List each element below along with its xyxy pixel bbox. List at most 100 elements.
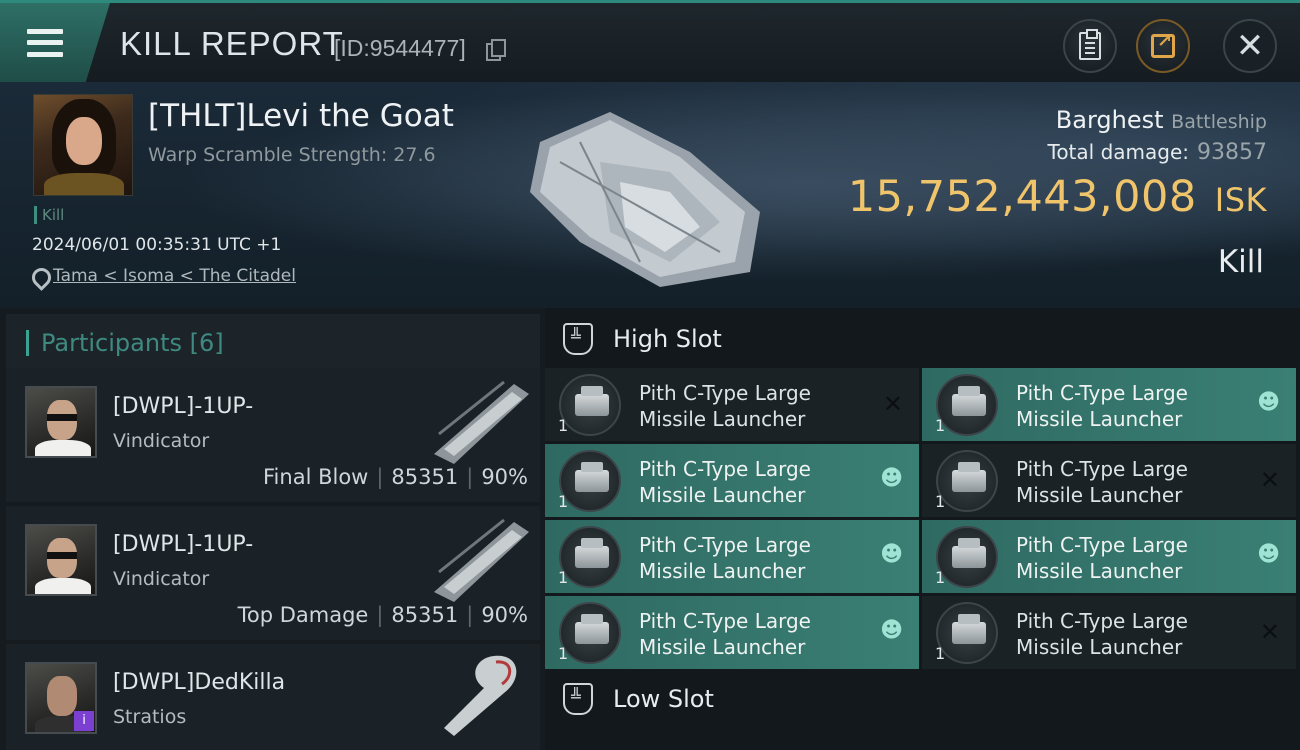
share-button[interactable] [1136,19,1190,73]
missile-launcher-icon [559,602,621,664]
menu-button[interactable] [0,3,110,82]
victim-portrait[interactable] [33,94,133,196]
module-name-line1: Pith C-Type Large [639,457,811,481]
participant-row[interactable]: [DWPL]-1UP- Vindicator Top Damage | 85351 |… [6,506,540,640]
participants-header[interactable]: Participants [6] [6,314,540,372]
missile-launcher-icon [559,374,621,436]
module-quantity: 1 [935,568,946,587]
avatar[interactable] [25,524,97,596]
participants-panel: Participants [6] [DWPL]-1UP- Vindicator … [0,308,545,750]
participant-percent: 90% [481,603,528,627]
module-name: Pith C-Type Large Missile Launcher [1016,608,1236,660]
module-item[interactable]: 1 Pith C-Type Large Missile Launcher ☻ [545,596,919,669]
copy-icon[interactable] [486,39,506,61]
module-item[interactable]: 1 Pith C-Type Large Missile Launcher ☻ [922,520,1296,593]
module-quantity: 1 [935,492,946,511]
module-name-line1: Pith C-Type Large [1016,609,1188,633]
participant-name: [DWPL]-1UP- [113,532,254,557]
person-icon: ☻ [1257,390,1280,415]
missile-launcher-icon [936,602,998,664]
participant-damage: 85351 [391,603,459,627]
victim-ship-image [530,112,760,287]
kill-location[interactable]: Tama < Isoma < The Citadel [32,266,296,286]
participant-ship-image [434,518,529,602]
person-icon: ☻ [1257,542,1280,567]
avatar[interactable] [25,386,97,458]
module-name-line2: Missile Launcher [1016,559,1183,583]
module-quantity: 1 [935,416,946,435]
module-name-line1: Pith C-Type Large [1016,533,1188,557]
module-name-line2: Missile Launcher [1016,483,1183,507]
participant-row[interactable]: [DWPL]-1UP- Vindicator Final Blow | 85351 |… [6,368,540,502]
module-name: Pith C-Type Large Missile Launcher [1016,380,1236,432]
module-quantity: 1 [558,492,569,511]
page-title: KILL REPORT [120,25,344,62]
participant-ship-image [434,380,529,464]
ship-name[interactable]: Barghest [1056,106,1164,134]
module-name: Pith C-Type Large Missile Launcher [1016,532,1236,584]
high-slot-label: High Slot [613,325,722,353]
module-item[interactable]: 1 Pith C-Type Large Missile Launcher ✕ [922,444,1296,517]
person-icon: ☻ [880,618,903,643]
participant-damage: 85351 [391,465,459,489]
result-label: Kill [1217,244,1264,280]
hamburger-icon [27,28,63,57]
missile-launcher-icon [936,450,998,512]
participant-stats: Top Damage | 85351 | 90% [237,603,528,627]
module-name-line1: Pith C-Type Large [639,381,811,405]
total-damage-value: 93857 [1197,140,1267,165]
module-name: Pith C-Type Large Missile Launcher [639,456,859,508]
shield-icon [563,323,593,355]
location-link[interactable]: Tama < Isoma < The Citadel [53,266,296,286]
close-button[interactable]: ✕ [1223,19,1277,73]
participant-role: Top Damage [237,603,369,627]
module-name: Pith C-Type Large Missile Launcher [639,532,859,584]
share-icon [1151,31,1175,58]
fitting-panel: High Slot 1Pith C-Type LargeMissile Laun… [545,308,1300,750]
ship-class: Battleship [1171,111,1267,133]
high-slot-header: High Slot [545,308,1300,370]
total-damage-label: Total damage: [1047,140,1190,164]
participant-stats: Final Blow | 85351 | 90% [263,465,528,489]
module-name-line2: Missile Launcher [639,483,806,507]
module-name-line1: Pith C-Type Large [639,609,811,633]
victim-name[interactable]: [THLT]Levi the Goat [148,98,454,134]
person-icon: ☻ [880,466,903,491]
participant-percent: 90% [481,465,528,489]
module-item[interactable]: 1 Pith C-Type Large Missile Launcher ✕ [922,596,1296,669]
victim-summary: [THLT]Levi the Goat Warp Scramble Streng… [0,82,1300,308]
shield-icon [563,683,593,715]
participant-ship: Vindicator [113,430,210,452]
kill-datetime: 2024/06/01 00:35:31 UTC +1 [32,235,282,255]
module-name-line1: Pith C-Type Large [639,533,811,557]
low-slot-label: Low Slot [613,685,714,713]
missile-launcher-icon [936,526,998,588]
clipboard-button[interactable] [1063,19,1117,73]
info-badge: i [74,711,94,731]
participants-title: Participants [6] [41,329,224,357]
participant-role: Final Blow [263,465,369,489]
module-name: Pith C-Type Large Missile Launcher [639,380,859,432]
module-name-line2: Missile Launcher [639,407,806,431]
isk-unit: ISK [1214,181,1267,219]
x-icon: ✕ [1259,466,1280,494]
participant-name: [DWPL]-1UP- [113,394,254,419]
participant-ship-image [444,655,517,736]
participant-ship: Stratios [113,706,187,728]
module-item[interactable]: 1 Pith C-Type Large Missile Launcher ✕ [545,368,919,441]
module-item[interactable]: 1 Pith C-Type Large Missile Launcher ☻ [545,520,919,593]
report-id: [ID:9544477] [334,35,466,61]
isk-value: 15,752,443,008 ISK [848,172,1267,222]
module-quantity: 1 [558,416,569,435]
missile-launcher-icon [559,526,621,588]
map-pin-icon [32,268,45,285]
x-icon: ✕ [1259,618,1280,646]
module-item[interactable]: 1 Pith C-Type Large Missile Launcher ☻ [922,368,1296,441]
warp-scramble-strength: Warp Scramble Strength: 27.6 [148,144,436,166]
participant-row[interactable]: i [DWPL]DedKilla Stratios [6,644,540,750]
module-item[interactable]: 1 Pith C-Type Large Missile Launcher ☻ [545,444,919,517]
module-name: Pith C-Type Large Missile Launcher [639,608,859,660]
kill-tag: Kill [34,206,64,224]
module-name-line1: Pith C-Type Large [1016,457,1188,481]
victim-ship: Barghest Battleship [1056,106,1267,134]
